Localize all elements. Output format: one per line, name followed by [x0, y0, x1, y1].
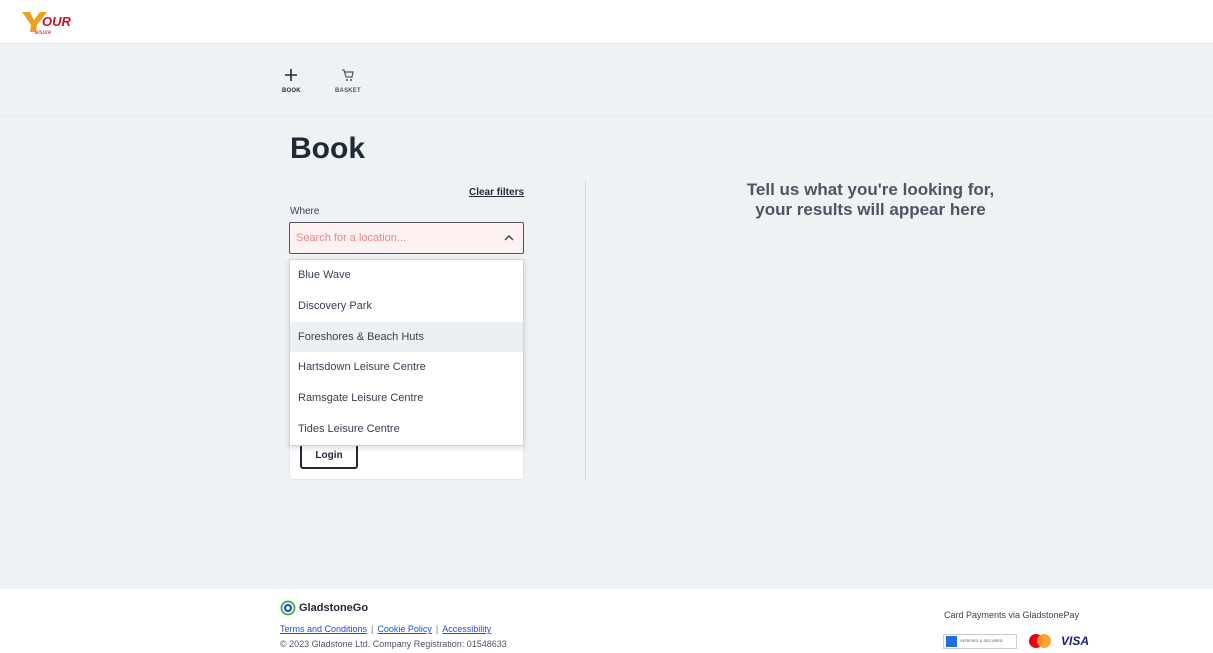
terms-link[interactable]: Terms and Conditions [280, 624, 367, 634]
main-area: BOOK BASKET Book Clear filters Where Log… [0, 44, 1213, 589]
gladstonego-icon [280, 600, 296, 616]
visa-icon: VISA [1061, 634, 1090, 648]
cart-icon [341, 64, 355, 86]
location-option[interactable]: Blue Wave [290, 260, 523, 291]
results-placeholder: Tell us what you're looking for, your re… [700, 180, 1041, 220]
location-dropdown: Blue Wave Discovery Park Foreshores & Be… [289, 259, 524, 446]
your-leisure-logo[interactable]: OUR eisure [20, 8, 80, 36]
cookie-policy-link[interactable]: Cookie Policy [377, 624, 432, 634]
nav-book-label: BOOK [282, 88, 301, 94]
booking-nav: BOOK BASKET [0, 44, 1213, 117]
login-button[interactable]: Login [300, 442, 358, 469]
where-label: Where [290, 206, 320, 217]
site-footer: GladstoneGo Terms and Conditions | Cookie … [0, 589, 1213, 653]
payment-badges: VERIFIED & SECURED VISA [943, 633, 1089, 649]
gladstonego-brand: GladstoneGo [299, 602, 369, 614]
clear-filters-link[interactable]: Clear filters [469, 187, 524, 198]
location-option[interactable]: Ramsgate Leisure Centre [290, 383, 523, 414]
svg-text:eisure: eisure [35, 30, 52, 36]
site-header: OUR eisure [0, 0, 1213, 44]
plus-icon [284, 64, 298, 86]
column-divider [585, 180, 586, 480]
location-option[interactable]: Tides Leisure Centre [290, 414, 523, 445]
chevron-up-icon[interactable] [503, 232, 515, 244]
payments-label: Card Payments via GladstonePay [944, 610, 1080, 620]
location-option[interactable]: Hartsdown Leisure Centre [290, 352, 523, 383]
nav-book[interactable]: BOOK [282, 64, 301, 94]
page-title: Book [290, 132, 365, 165]
verified-text: VERIFIED & SECURED [960, 638, 1003, 643]
nav-basket[interactable]: BASKET [335, 64, 361, 94]
svg-text:OUR: OUR [42, 14, 72, 29]
footer-links: Terms and Conditions | Cookie Policy | Acces… [280, 624, 492, 634]
results-line-2: your results will appear here [755, 200, 986, 219]
shield-icon [946, 635, 957, 647]
location-option[interactable]: Foreshores & Beach Huts [290, 321, 523, 353]
nav-basket-label: BASKET [335, 88, 361, 94]
copyright: © 2023 Gladstone Ltd. Company Registrati… [280, 639, 507, 649]
results-line-1: Tell us what you're looking for, [746, 180, 995, 199]
gladstonego-logo: GladstoneGo [280, 600, 368, 616]
accessibility-link[interactable]: Accessibility [442, 624, 491, 634]
mastercard-icon [1027, 633, 1053, 649]
location-option[interactable]: Discovery Park [290, 291, 523, 322]
location-search-input[interactable] [296, 223, 491, 253]
verified-secured-badge: VERIFIED & SECURED [943, 633, 1017, 649]
location-search-field[interactable] [289, 222, 524, 254]
